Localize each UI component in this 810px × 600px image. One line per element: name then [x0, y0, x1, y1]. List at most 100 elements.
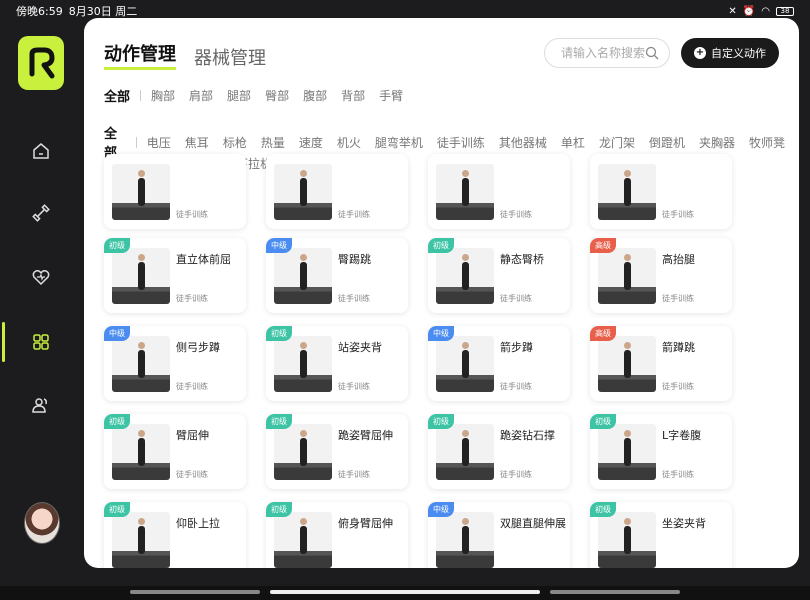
body-filter-chip[interactable]: 胸部 — [151, 87, 175, 104]
custom-action-button[interactable]: + 自定义动作 — [681, 38, 779, 68]
action-card[interactable]: 初级 跪姿臂屈伸 徒手训练 — [266, 414, 408, 489]
plus-icon: + — [694, 47, 706, 59]
nav-users[interactable] — [28, 392, 54, 418]
action-thumbnail — [112, 336, 170, 392]
action-card[interactable]: 中级 双腿直腿伸展 — [428, 502, 570, 568]
level-badge: 初级 — [266, 414, 292, 429]
action-card[interactable]: 高级 高抬腿 徒手训练 — [590, 238, 732, 313]
search-box — [544, 38, 670, 68]
logo-icon — [29, 47, 55, 79]
equipment-filter-chip[interactable]: 腿弯举机 — [375, 134, 423, 151]
nav-equipment[interactable] — [28, 200, 54, 226]
equipment-filter-chip[interactable]: 速度 — [299, 134, 323, 151]
equipment-filter-chip[interactable]: 夹胸器 — [699, 134, 735, 151]
equipment-filter-chip[interactable]: 标枪 — [223, 134, 247, 151]
equipment-filter-chip[interactable]: 热量 — [261, 134, 285, 151]
action-card[interactable]: 中级 臀踢跳 徒手训练 — [266, 238, 408, 313]
equipment-filter-chip[interactable]: 电压 — [147, 134, 171, 151]
nav-home[interactable] — [28, 138, 54, 164]
action-card[interactable]: 中级 侧弓步蹲 徒手训练 — [104, 326, 246, 401]
body-part-filter: 全部 胸部 肩部 腿部 臀部 腹部 背部 手臂 — [104, 86, 417, 105]
action-title: 臀踢跳 — [338, 253, 371, 266]
person-figure — [300, 342, 307, 378]
action-title: 直立体前屈 — [176, 253, 231, 266]
tab-action-management[interactable]: 动作管理 — [104, 40, 176, 70]
home-indicator[interactable] — [270, 590, 540, 594]
search-icon[interactable] — [645, 46, 659, 60]
action-thumbnail — [598, 424, 656, 480]
action-card[interactable]: 初级 仰卧上拉 — [104, 502, 246, 568]
level-badge: 中级 — [428, 502, 454, 517]
action-title: 箭步蹲 — [500, 341, 533, 354]
person-figure — [138, 254, 145, 290]
equipment-filter-chip[interactable]: 龙门架 — [599, 134, 635, 151]
sidebar — [0, 22, 84, 582]
action-category: 徒手训练 — [500, 470, 532, 479]
status-date: 8月30日 周二 — [68, 5, 138, 18]
body-filter-chip[interactable]: 肩部 — [189, 87, 213, 104]
person-figure — [624, 518, 631, 554]
person-figure — [624, 430, 631, 466]
nav-actions[interactable] — [28, 329, 54, 355]
level-badge: 初级 — [428, 414, 454, 429]
dumbbell-icon — [32, 204, 50, 222]
equipment-filter-chip[interactable]: 牧师凳 — [749, 134, 785, 151]
action-title: 箭蹲跳 — [662, 341, 695, 354]
alarm-icon: ⏰ — [742, 5, 756, 17]
body-filter-chip[interactable]: 臀部 — [265, 87, 289, 104]
person-figure — [138, 342, 145, 378]
action-category: 徒手训练 — [662, 210, 694, 219]
equipment-filter-chip[interactable]: 倒蹬机 — [649, 134, 685, 151]
equipment-filter-chip[interactable]: 焦耳 — [185, 134, 209, 151]
person-figure — [624, 342, 631, 378]
body-filter-chip[interactable]: 手臂 — [379, 87, 403, 104]
action-thumbnail — [274, 424, 332, 480]
person-figure — [138, 430, 145, 466]
action-card[interactable]: 初级 静态臀桥 徒手训练 — [428, 238, 570, 313]
action-card[interactable]: 中级 箭步蹲 徒手训练 — [428, 326, 570, 401]
action-card[interactable]: 徒手训练 — [104, 154, 246, 229]
action-card[interactable]: 初级 俯身臂屈伸 — [266, 502, 408, 568]
equipment-filter-chip[interactable]: 机火 — [337, 134, 361, 151]
app-logo — [18, 36, 64, 90]
action-thumbnail — [274, 512, 332, 568]
level-badge: 高级 — [590, 326, 616, 341]
action-card[interactable]: 初级 坐姿夹背 — [590, 502, 732, 568]
level-badge: 中级 — [104, 326, 130, 341]
action-card[interactable]: 初级 站姿夹背 徒手训练 — [266, 326, 408, 401]
action-category: 徒手训练 — [500, 210, 532, 219]
body-filter-all[interactable]: 全部 — [104, 86, 130, 105]
action-thumbnail — [436, 336, 494, 392]
tab-equipment-management[interactable]: 器械管理 — [194, 44, 266, 70]
body-filter-chip[interactable]: 背部 — [341, 87, 365, 104]
person-figure — [462, 170, 469, 206]
search-input[interactable] — [561, 46, 645, 60]
person-figure — [300, 518, 307, 554]
action-category: 徒手训练 — [176, 382, 208, 391]
nav-indicator-left — [130, 590, 260, 594]
nav-active-indicator — [2, 322, 5, 362]
equipment-filter-chip[interactable]: 其他器械 — [499, 134, 547, 151]
action-card[interactable]: 高级 箭蹲跳 徒手训练 — [590, 326, 732, 401]
body-filter-chip[interactable]: 腹部 — [303, 87, 327, 104]
action-card[interactable]: 徒手训练 — [590, 154, 732, 229]
action-card[interactable]: 初级 臂屈伸 徒手训练 — [104, 414, 246, 489]
action-card[interactable]: 初级 跪姿钻石撑 徒手训练 — [428, 414, 570, 489]
nav-health[interactable] — [28, 264, 54, 290]
action-title: 跪姿臂屈伸 — [338, 429, 393, 442]
action-thumbnail — [436, 164, 494, 220]
action-card[interactable]: 徒手训练 — [428, 154, 570, 229]
equipment-filter-chip[interactable]: 单杠 — [561, 134, 585, 151]
action-thumbnail — [112, 424, 170, 480]
level-badge: 高级 — [590, 238, 616, 253]
user-avatar[interactable] — [24, 502, 60, 544]
action-thumbnail — [436, 424, 494, 480]
level-badge: 初级 — [590, 502, 616, 517]
action-card[interactable]: 徒手训练 — [266, 154, 408, 229]
equipment-filter-chip[interactable]: 徒手训练 — [437, 134, 485, 151]
action-category: 徒手训练 — [338, 382, 370, 391]
action-card[interactable]: 初级 直立体前屈 徒手训练 — [104, 238, 246, 313]
action-card[interactable]: 初级 L字卷腹 徒手训练 — [590, 414, 732, 489]
filter-divider — [140, 90, 142, 101]
body-filter-chip[interactable]: 腿部 — [227, 87, 251, 104]
